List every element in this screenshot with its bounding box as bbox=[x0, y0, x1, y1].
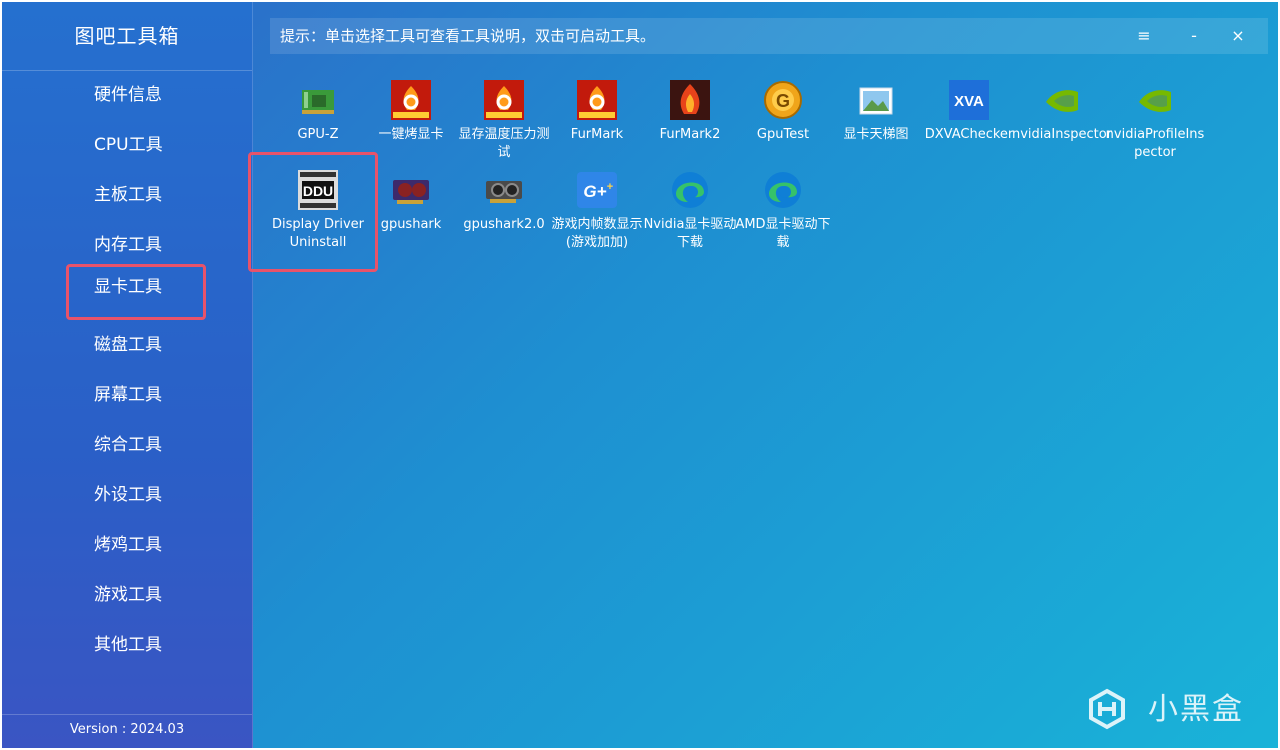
watermark-text: 小黑盒 bbox=[1148, 692, 1244, 727]
tool-game-fps[interactable]: G+ + 游戏内帧数显示(游戏加加) bbox=[551, 170, 643, 256]
tool-furmark[interactable]: FurMark bbox=[551, 80, 643, 166]
svg-text:XVA: XVA bbox=[954, 93, 984, 110]
tool-amd-driver-download[interactable]: AMD显卡驱动下载 bbox=[735, 170, 831, 256]
tool-label: nvidiaInspector bbox=[1012, 127, 1113, 142]
divider bbox=[2, 70, 252, 71]
close-button[interactable]: × bbox=[1218, 18, 1258, 54]
sidebar-item-peripheral[interactable]: 外设工具 bbox=[66, 472, 206, 518]
tool-label: Nvidia显卡驱动下载 bbox=[643, 217, 737, 250]
gplus-icon: G+ + bbox=[577, 172, 617, 208]
sidebar: 图吧工具箱 硬件信息 CPU工具 主板工具 内存工具 显卡工具 磁盘工具 屏幕工… bbox=[2, 2, 253, 748]
furmark2-icon bbox=[670, 80, 710, 120]
minimize-button[interactable]: - bbox=[1174, 18, 1214, 54]
app-window: 图吧工具箱 硬件信息 CPU工具 主板工具 内存工具 显卡工具 磁盘工具 屏幕工… bbox=[2, 2, 1278, 748]
graphics-card-icon bbox=[486, 181, 522, 203]
app-title: 图吧工具箱 bbox=[74, 24, 180, 48]
tool-label: GpuTest bbox=[756, 127, 810, 142]
tool-gpushark2[interactable]: gpushark2.0 bbox=[458, 170, 550, 256]
sidebar-item-cpu[interactable]: CPU工具 bbox=[66, 122, 206, 168]
svg-text:G+: G+ bbox=[583, 182, 606, 201]
hint-bar: 提示：单击选择工具可查看工具说明，双击可启动工具。 ≡ - × bbox=[270, 18, 1268, 54]
sidebar-item-general[interactable]: 综合工具 bbox=[66, 422, 206, 468]
tool-one-click-burn[interactable]: 一键烤显卡 bbox=[365, 80, 457, 166]
tool-label: nvidiaProfileInspector bbox=[1105, 127, 1205, 160]
tool-label: DXVAChecker bbox=[924, 127, 1014, 142]
sidebar-item-game[interactable]: 游戏工具 bbox=[66, 572, 206, 618]
sidebar-item-other[interactable]: 其他工具 bbox=[66, 622, 206, 668]
graphics-card-icon bbox=[393, 180, 429, 204]
gputest-icon: G bbox=[764, 81, 802, 119]
menu-button[interactable]: ≡ bbox=[1124, 18, 1164, 54]
tool-label: AMD显卡驱动下载 bbox=[735, 217, 831, 250]
nvidia-icon bbox=[1139, 90, 1171, 112]
tool-nvidia-inspector[interactable]: nvidiaInspector bbox=[1012, 80, 1112, 166]
ddu-icon: DDU bbox=[298, 170, 338, 210]
sidebar-item-disk[interactable]: 磁盘工具 bbox=[66, 322, 206, 368]
watermark-logo-icon bbox=[1089, 688, 1125, 730]
tool-nvidia-profile-inspector[interactable]: nvidiaProfileInspector bbox=[1106, 80, 1204, 166]
tool-gpu-ladder[interactable]: 显卡天梯图 bbox=[830, 80, 922, 166]
sidebar-item-motherboard[interactable]: 主板工具 bbox=[66, 172, 206, 218]
tool-label: 一键烤显卡 bbox=[378, 127, 444, 142]
tool-gpushark[interactable]: gpushark bbox=[365, 170, 457, 256]
tool-vram-stress[interactable]: 显存温度压力测试 bbox=[458, 80, 550, 166]
sidebar-item-hardware-info[interactable]: 硬件信息 bbox=[66, 72, 206, 118]
svg-text:DDU: DDU bbox=[303, 183, 333, 199]
tool-label: gpushark2.0 bbox=[463, 217, 545, 232]
tool-label: 游戏内帧数显示(游戏加加) bbox=[551, 217, 643, 250]
tool-nvidia-driver-download[interactable]: Nvidia显卡驱动下载 bbox=[644, 170, 736, 256]
tool-label: FurMark bbox=[570, 127, 624, 142]
edge-icon bbox=[672, 172, 708, 208]
furmark-icon bbox=[484, 80, 524, 120]
sidebar-item-screen[interactable]: 屏幕工具 bbox=[66, 372, 206, 418]
tool-label: gpushark bbox=[380, 217, 442, 232]
tool-furmark2[interactable]: FurMark2 bbox=[644, 80, 736, 166]
tool-label: FurMark2 bbox=[659, 127, 721, 142]
edge-icon bbox=[765, 172, 801, 208]
divider bbox=[2, 714, 252, 715]
tool-label: Display Driver Uninstall bbox=[271, 217, 365, 250]
furmark-icon bbox=[577, 80, 617, 120]
version-label: Version : 2024.03 bbox=[69, 722, 185, 737]
sidebar-item-stress[interactable]: 烤鸡工具 bbox=[66, 522, 206, 568]
gpu-card-icon bbox=[302, 90, 334, 114]
xva-icon: XVA bbox=[949, 80, 989, 120]
picture-icon bbox=[859, 87, 893, 115]
tool-label: 显卡天梯图 bbox=[843, 127, 909, 142]
svg-text:+: + bbox=[607, 181, 613, 193]
tool-label: GPU-Z bbox=[297, 127, 339, 142]
tool-dxvachecker[interactable]: XVA DXVAChecker bbox=[923, 80, 1015, 166]
sidebar-item-memory[interactable]: 内存工具 bbox=[66, 222, 206, 268]
nvidia-icon bbox=[1046, 90, 1078, 112]
sidebar-item-gpu[interactable]: 显卡工具 bbox=[66, 264, 206, 320]
tool-label: 显存温度压力测试 bbox=[458, 127, 550, 160]
tool-ddu[interactable]: DDU Display Driver Uninstall bbox=[272, 170, 364, 256]
tool-gputest[interactable]: G GpuTest bbox=[737, 80, 829, 166]
hint-text: 提示：单击选择工具可查看工具说明，双击可启动工具。 bbox=[280, 27, 656, 45]
svg-text:G: G bbox=[776, 91, 790, 111]
furmark-icon bbox=[391, 80, 431, 120]
